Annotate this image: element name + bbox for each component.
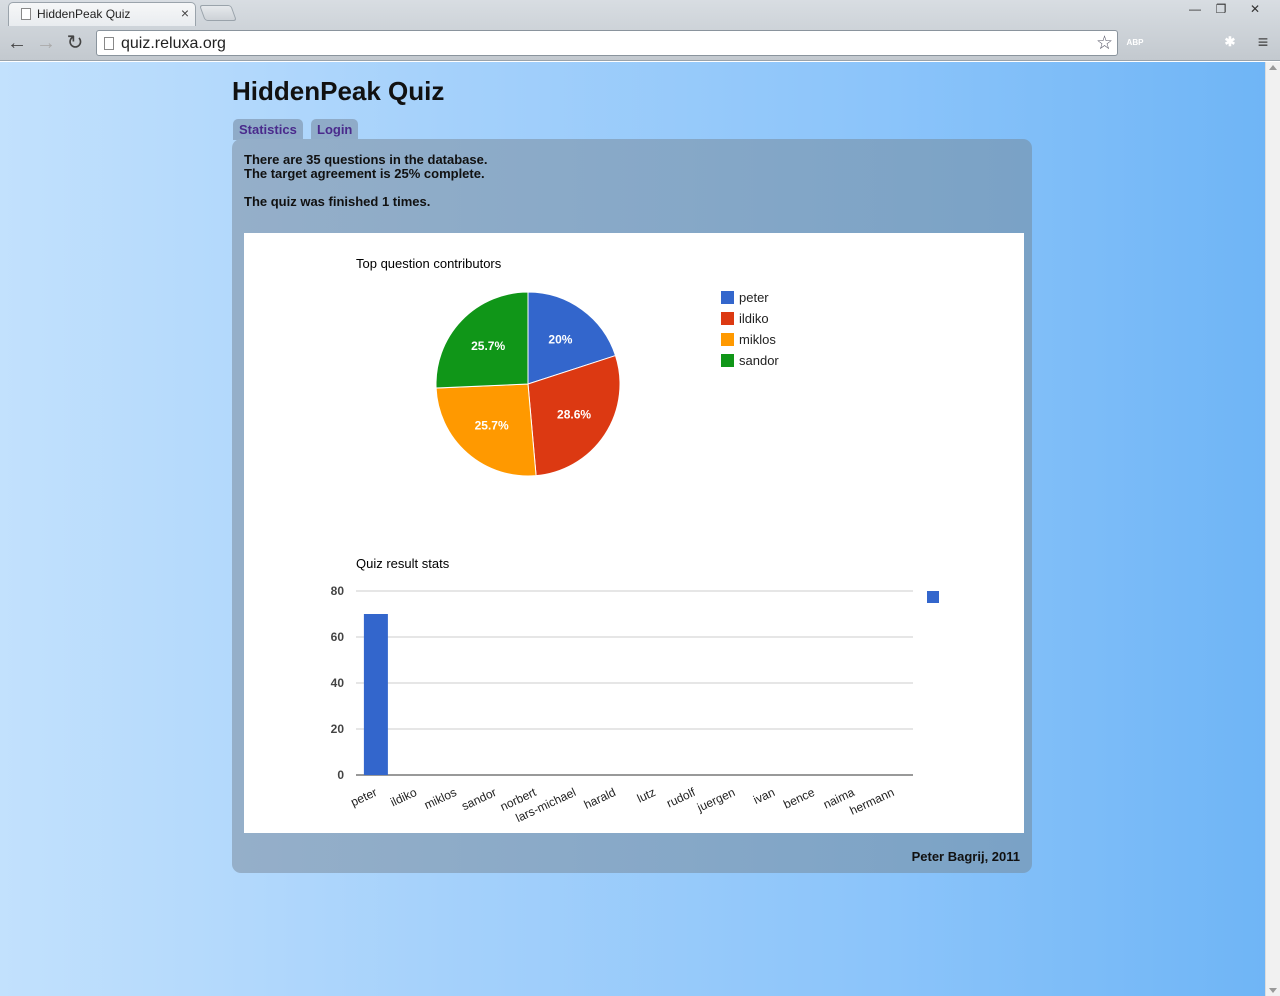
pie-chart-title: Top question contributors — [356, 256, 502, 271]
url-text: quiz.reluxa.org — [121, 35, 226, 52]
minimize-button[interactable]: — — [1184, 2, 1206, 16]
bookmark-icon[interactable] — [1193, 33, 1207, 53]
x-tick-label: ivan — [751, 785, 777, 807]
close-window-button[interactable]: ✕ — [1244, 2, 1266, 16]
legend-label-peter: peter — [739, 290, 769, 305]
x-tick-label: hermann — [848, 785, 897, 818]
tab-close-icon[interactable]: × — [181, 5, 189, 21]
y-tick-label: 60 — [331, 630, 345, 644]
scroll-down-icon[interactable] — [1269, 988, 1277, 993]
x-tick-label: bence — [781, 785, 817, 812]
legend-swatch-peter — [721, 291, 734, 304]
forward-arrow-icon[interactable]: → — [34, 31, 58, 55]
bar-peter[interactable] — [363, 614, 388, 775]
adblock-icon[interactable]: ABP — [1125, 33, 1145, 53]
page-icon — [21, 8, 31, 20]
tab-title: HiddenPeak Quiz — [37, 7, 131, 21]
finished-count-text: The quiz was finished 1 times. — [244, 194, 431, 209]
y-tick-label: 80 — [331, 584, 345, 598]
menu-icon[interactable]: ≡ — [1254, 32, 1272, 52]
charts-area: Top question contributors 20% 28.6% 25.7% 2… — [244, 233, 1024, 833]
pie-slice-label: 20% — [548, 332, 572, 346]
address-bar[interactable]: quiz.reluxa.org ☆ — [96, 30, 1118, 56]
pie-slice-label: 28.6% — [557, 407, 591, 421]
x-tick-label: harald — [582, 785, 618, 812]
bar-chart: 020406080peter ildiko miklos sandor norbertl… — [331, 584, 939, 825]
browser-toolbar: ← → ↻ quiz.reluxa.org ☆ ABP ✱ ≡ — [0, 26, 1280, 61]
x-tick-label: miklos — [422, 785, 459, 812]
x-tick-label: juergen — [694, 785, 737, 815]
y-tick-label: 0 — [337, 768, 344, 782]
x-tick-label: sandor — [459, 785, 498, 813]
browser-chrome: HiddenPeak Quiz × — ❐ ✕ ← → ↻ quiz.relux… — [0, 0, 1280, 61]
charts-svg: Top question contributors 20%28.6%25.7%2… — [331, 256, 939, 825]
legend-label-ildiko: ildiko — [739, 311, 769, 326]
legend-swatch-ildiko — [721, 312, 734, 325]
pie-legend: peter ildiko miklos sandor — [721, 290, 779, 368]
page-icon — [104, 37, 114, 50]
x-tick-label: ildiko — [388, 785, 419, 809]
footer-credit: Peter Bagrij, 2011 — [911, 849, 1020, 864]
pie-chart: 20% 28.6% 25.7% 25.7% — [435, 291, 621, 477]
scroll-up-icon[interactable] — [1269, 65, 1277, 70]
questions-count-text: There are 35 questions in the database. — [244, 152, 488, 167]
tab-strip: HiddenPeak Quiz × — ❐ ✕ — [0, 0, 1280, 26]
page-title: HiddenPeak Quiz — [232, 76, 445, 106]
pie-slice-label: 25.7% — [475, 419, 509, 433]
maximize-button[interactable]: ❐ — [1210, 2, 1232, 16]
x-tick-label: rudolf — [664, 785, 698, 811]
legend-label-miklos: miklos — [739, 332, 776, 347]
vertical-scrollbar[interactable] — [1265, 62, 1280, 996]
sync-icon[interactable] — [1157, 33, 1177, 53]
bookmark-star-icon[interactable]: ☆ — [1096, 32, 1113, 55]
y-tick-label: 40 — [331, 676, 345, 690]
legend-swatch-sandor — [721, 354, 734, 367]
reload-icon[interactable]: ↻ — [63, 31, 87, 55]
bar-chart-title: Quiz result stats — [356, 556, 450, 571]
back-arrow-icon[interactable]: ← — [5, 31, 29, 55]
legend-label-sandor: sandor — [739, 353, 779, 368]
tab-statistics[interactable]: Statistics — [233, 119, 303, 140]
page-viewport: HiddenPeak Quiz Statistics Login There a… — [0, 62, 1265, 996]
y-tick-label: 20 — [331, 722, 345, 736]
content-panel: There are 35 questions in the database. … — [232, 139, 1032, 873]
legend-swatch-miklos — [721, 333, 734, 346]
new-tab-button[interactable] — [199, 5, 237, 21]
agreement-text: The target agreement is 25% complete. — [244, 166, 485, 181]
lastpass-icon[interactable]: ✱ — [1221, 33, 1239, 51]
pie-slice-label: 25.7% — [471, 339, 505, 353]
bar-legend-swatch — [927, 591, 939, 603]
x-tick-label: lutz — [635, 785, 658, 806]
browser-tab[interactable]: HiddenPeak Quiz × — [8, 2, 196, 26]
tab-login[interactable]: Login — [311, 119, 359, 140]
x-tick-label: peter — [348, 785, 379, 809]
